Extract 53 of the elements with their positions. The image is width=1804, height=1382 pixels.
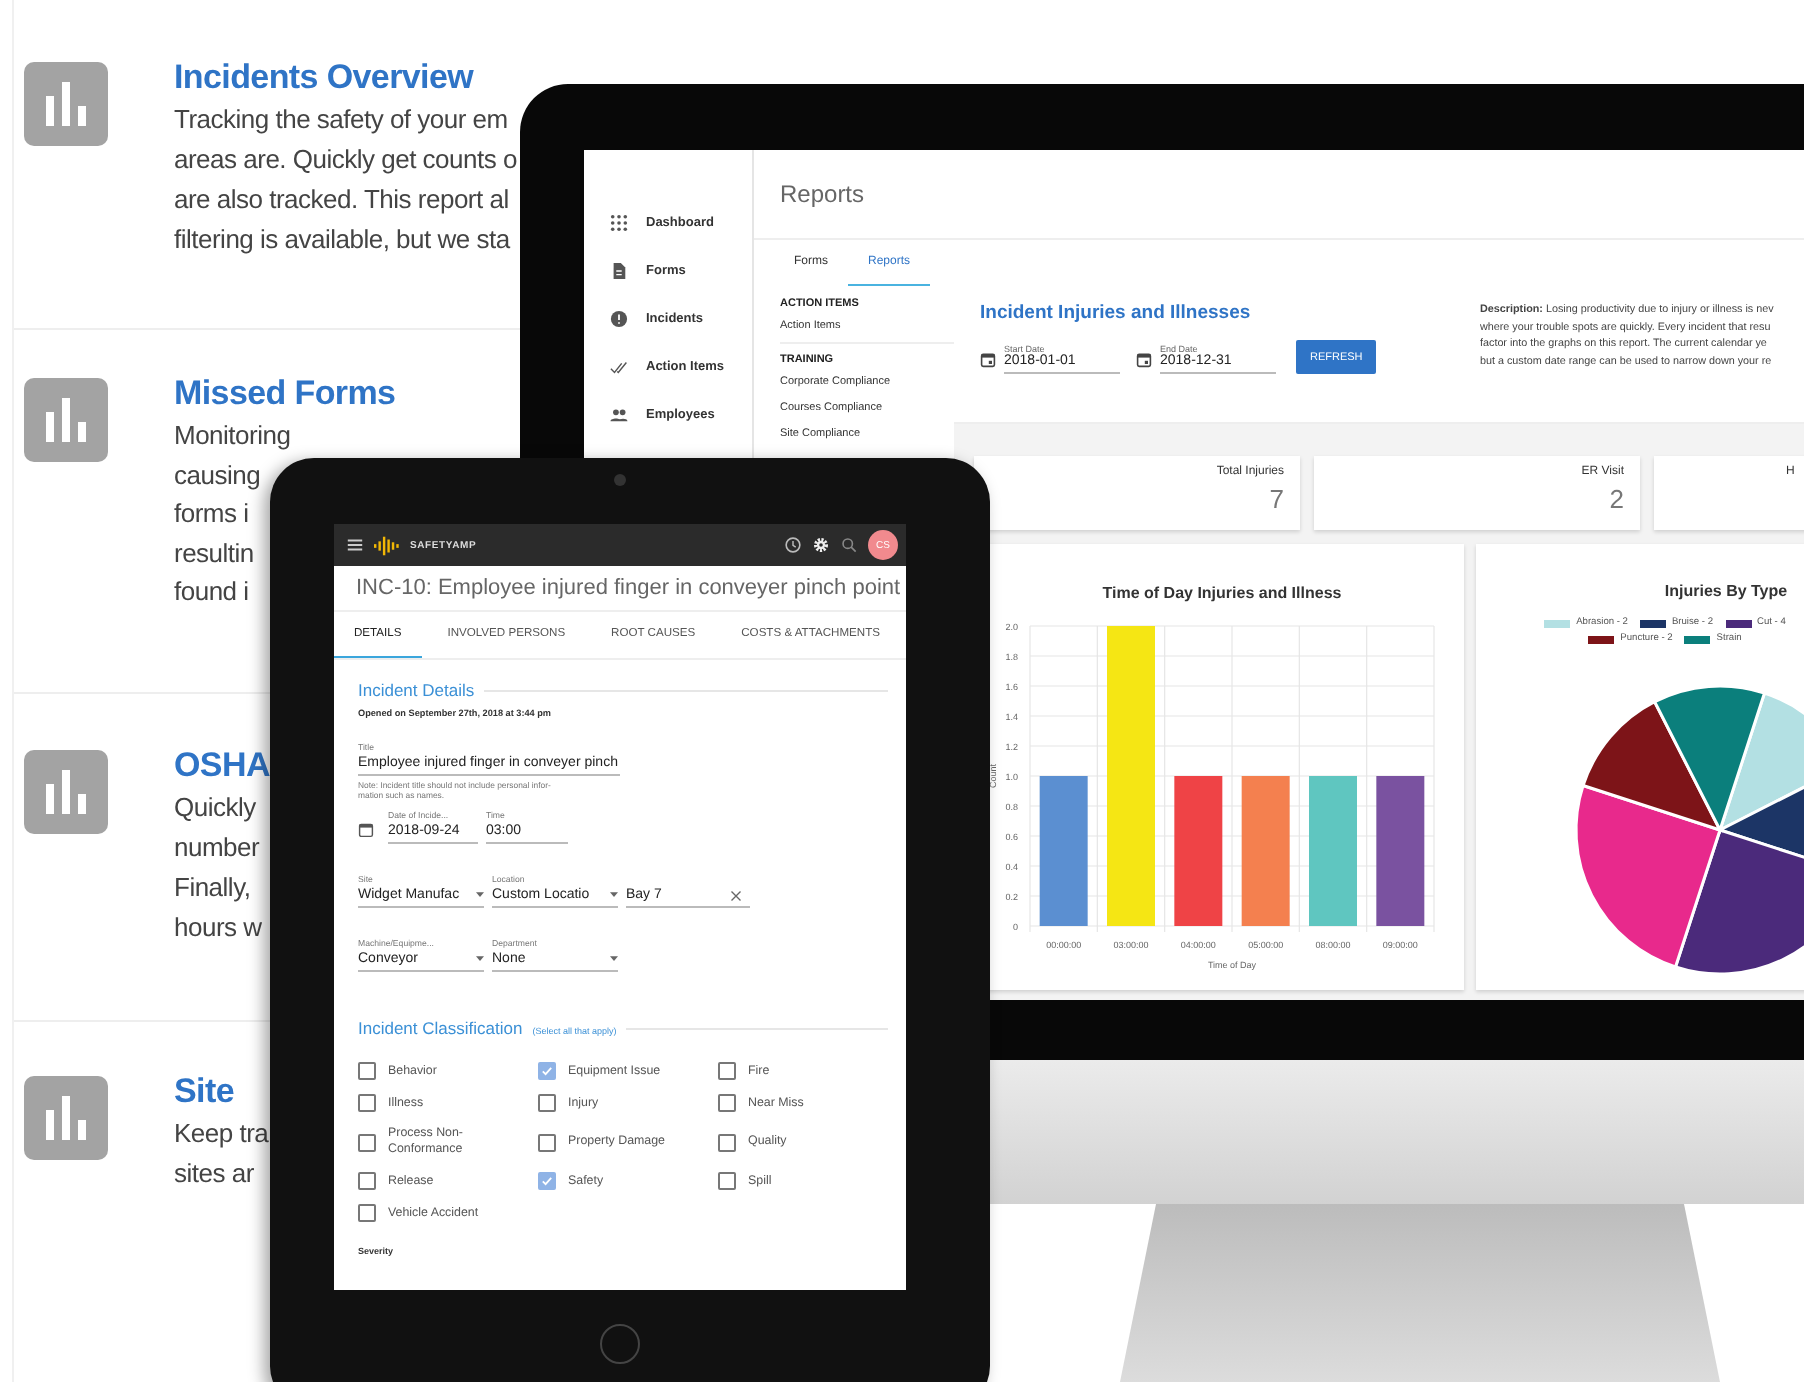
checkbox[interactable] (358, 1094, 376, 1113)
report-title[interactable]: Missed Forms (174, 372, 396, 416)
checkbox[interactable] (538, 1062, 556, 1081)
people-icon (610, 405, 628, 423)
checkbox[interactable] (358, 1204, 376, 1223)
stat-value: 2 (1609, 484, 1624, 514)
alert-icon (610, 309, 628, 327)
section-title: Incident Classification (358, 1018, 523, 1039)
bar-chart-icon (24, 1076, 108, 1160)
logo-icon (374, 535, 400, 555)
chart-title: Injuries By Type (1662, 580, 1790, 600)
calendar-icon (980, 352, 996, 368)
bar-chart-icon (24, 62, 108, 146)
checkbox[interactable] (358, 1062, 376, 1081)
checkbox[interactable] (538, 1172, 556, 1191)
menu-icon[interactable] (346, 536, 364, 554)
checkbox[interactable] (718, 1133, 736, 1152)
bar-chart-icon (24, 378, 108, 462)
page-title: Reports (754, 150, 1804, 240)
checkbox[interactable] (538, 1133, 556, 1152)
caret-icon (476, 956, 484, 963)
report-description: Monitoring causing forms i resultin found i (174, 418, 291, 610)
checkbox[interactable] (718, 1094, 736, 1113)
checkbox[interactable] (718, 1172, 736, 1191)
report-title[interactable]: OSHA (174, 744, 270, 788)
settings-icon[interactable] (812, 536, 830, 554)
camera-icon (614, 474, 626, 486)
report-description: Keep tra sites ar (174, 1116, 269, 1192)
caret-icon (610, 956, 618, 963)
checkbox[interactable] (358, 1172, 376, 1191)
chart-title: Time of Day Injuries and Illness (1102, 584, 1342, 602)
section-title: Incident Details (358, 680, 475, 700)
report-title[interactable]: Site (174, 1070, 234, 1114)
report-title[interactable]: Incidents Overview (174, 56, 474, 100)
calendar-icon (1136, 352, 1152, 368)
close-icon[interactable] (730, 889, 742, 902)
search-icon[interactable] (840, 536, 858, 554)
checkbox[interactable] (358, 1133, 376, 1152)
report-description: Quickly number Finally, hours w (174, 790, 262, 946)
grid-icon (610, 213, 628, 231)
document-icon (610, 261, 628, 279)
double-check-icon (610, 357, 628, 375)
bar-chart-icon (24, 750, 108, 834)
caret-icon (610, 892, 618, 899)
checkbox[interactable] (718, 1062, 736, 1081)
checkbox[interactable] (538, 1094, 556, 1113)
report-description: Tracking the safety of your em areas are. Quickly get counts o are also tracked. This report al filtering is available, but we sta (174, 102, 517, 258)
report-heading: Incident Injuries and Illnesses (980, 302, 1253, 324)
stat-value: 7 (1269, 484, 1284, 514)
clock-icon[interactable] (784, 536, 802, 554)
calendar-icon (358, 822, 374, 839)
caret-icon (476, 892, 484, 899)
incident-title: INC-10: Employee injured finger in conveyer pinch point (334, 566, 906, 612)
